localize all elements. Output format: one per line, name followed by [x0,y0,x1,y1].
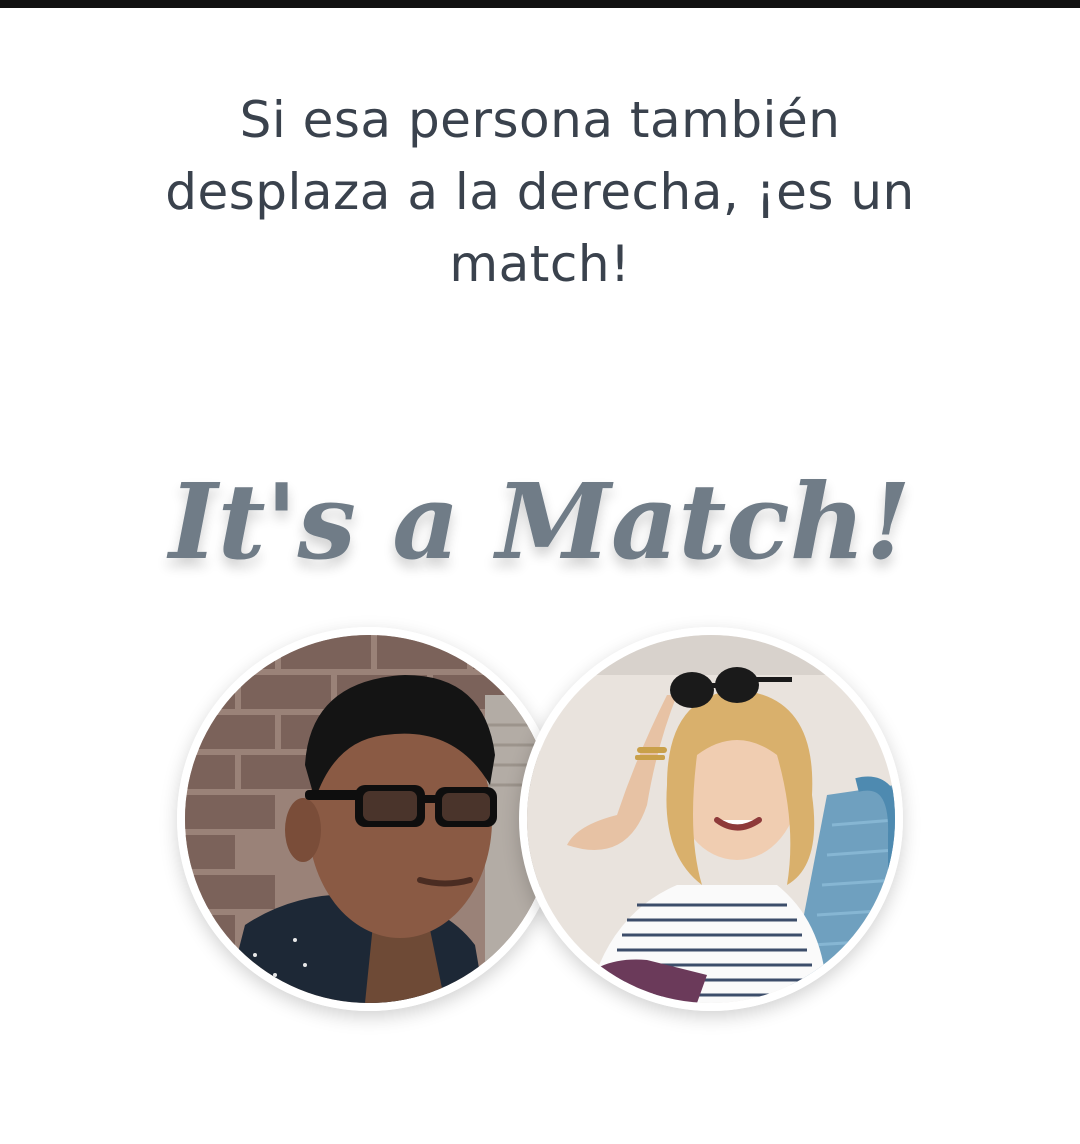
headline-line-3: match! [449,235,631,293]
its-a-match-text: It's a Match! [166,460,911,583]
person-photo-man-glasses-icon [185,635,553,1003]
headline-line-2: desplaza a la derecha, ¡es un [165,163,915,221]
headline-line-1: Si esa persona también [239,91,841,149]
person-photo-woman-sunglasses-icon [527,635,895,1003]
page-headline: Si esa persona también desplaza a la der… [120,84,960,300]
status-bar [0,0,1080,8]
its-a-match-logo: It's a Match! [140,440,940,600]
profile-photo-right [519,627,903,1011]
profile-photo-left [177,627,561,1011]
